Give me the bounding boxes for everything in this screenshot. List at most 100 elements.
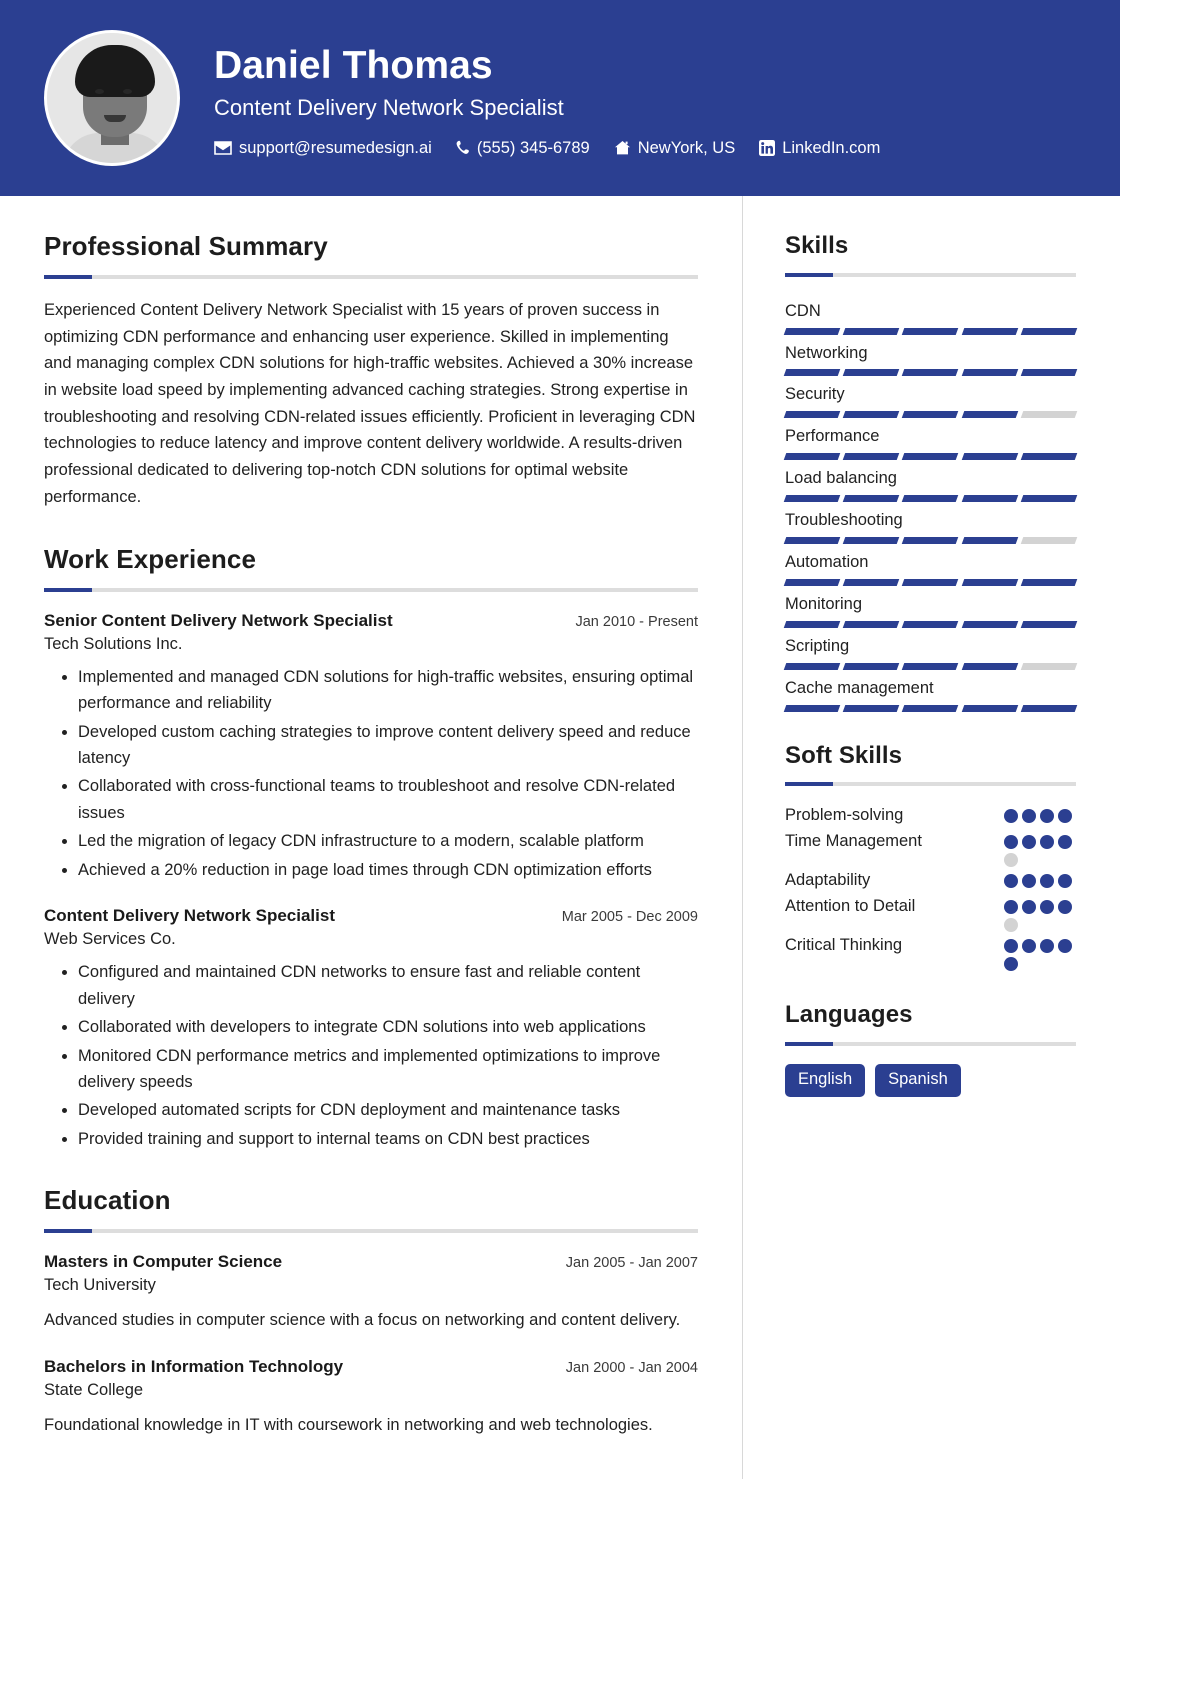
soft-skill-label: Critical Thinking bbox=[785, 936, 903, 955]
section-heading-languages: Languages bbox=[785, 1001, 913, 1029]
skill-label: Load balancing bbox=[785, 469, 897, 488]
skill-level-bar bbox=[783, 453, 1078, 461]
skill-level-segment bbox=[902, 495, 959, 503]
skill-level-segment bbox=[842, 411, 900, 419]
section-heading-experience: Work Experience bbox=[44, 543, 257, 574]
job-title: Content Delivery Network Specialist bbox=[214, 95, 564, 121]
experience-role: Senior Content Delivery Network Speciali… bbox=[44, 610, 393, 630]
section-divider bbox=[785, 782, 1076, 787]
skill-level-segment bbox=[842, 453, 900, 461]
skill-level-segment bbox=[902, 579, 959, 587]
section-divider bbox=[785, 272, 1076, 277]
skill-level-segment bbox=[902, 537, 959, 545]
contact-location[interactable]: NewYork, US bbox=[614, 140, 735, 157]
contact-linkedin-text: LinkedIn.com bbox=[782, 138, 881, 157]
list-item: Monitored CDN performance metrics and im… bbox=[78, 1043, 698, 1096]
section-heading-skills: Skills bbox=[785, 232, 849, 259]
section-professional-summary: Professional Summary Experienced Content… bbox=[44, 231, 698, 511]
skill-label: Performance bbox=[785, 427, 880, 446]
skill-level-segment bbox=[961, 620, 1019, 628]
experience-role: Content Delivery Network Specialist bbox=[44, 906, 335, 926]
education-entry: Bachelors in Information Technology Jan … bbox=[44, 1356, 698, 1439]
rating-dot bbox=[1004, 900, 1018, 915]
skills-list: CDN Networking Security Performance Load bal… bbox=[783, 295, 1078, 712]
skill-level-segment bbox=[783, 579, 841, 587]
skill-level-segment bbox=[842, 620, 900, 628]
rating-dot bbox=[1058, 835, 1072, 850]
soft-skill-rating bbox=[1004, 934, 1076, 972]
skill-level-segment bbox=[1020, 411, 1078, 419]
contact-phone[interactable]: (555) 345-6789 bbox=[456, 140, 590, 157]
education-institution: State College bbox=[44, 1381, 144, 1400]
rating-dot bbox=[1022, 835, 1036, 850]
rating-dot bbox=[1058, 939, 1072, 954]
skill-level-bar bbox=[783, 620, 1078, 628]
skill-level-bar bbox=[783, 537, 1078, 545]
skill-level-segment bbox=[783, 662, 841, 670]
skill-level-segment bbox=[1020, 537, 1078, 545]
skill-level-bar bbox=[783, 369, 1078, 377]
skill-level-segment bbox=[902, 411, 959, 419]
rating-dot bbox=[1058, 874, 1072, 889]
rating-dot bbox=[1004, 939, 1018, 954]
skill-row: Scripting bbox=[783, 630, 1078, 670]
rating-dot bbox=[1004, 874, 1018, 889]
soft-skill-rating bbox=[1004, 804, 1076, 824]
section-soft-skills: Soft Skills Problem-solving Time Manageme… bbox=[785, 742, 1076, 972]
skill-level-segment bbox=[842, 369, 900, 377]
experience-bullets: Implemented and managed CDN solutions fo… bbox=[44, 664, 698, 883]
skill-row: Performance bbox=[783, 420, 1078, 461]
rating-dot bbox=[1058, 900, 1072, 915]
list-item: Achieved a 20% reduction in page load ti… bbox=[78, 857, 698, 883]
experience-date: Mar 2005 - Dec 2009 bbox=[561, 909, 698, 926]
section-divider bbox=[785, 1041, 1076, 1046]
skill-level-segment bbox=[961, 369, 1019, 377]
rating-dot bbox=[1058, 809, 1072, 824]
skill-level-segment bbox=[961, 495, 1019, 503]
rating-dot bbox=[1022, 874, 1036, 889]
skill-level-segment bbox=[961, 411, 1019, 419]
rating-dot bbox=[1040, 900, 1054, 915]
list-item: Developed automated scripts for CDN depl… bbox=[78, 1097, 698, 1123]
contact-linkedin[interactable]: LinkedIn.com bbox=[759, 140, 880, 157]
experience-entry: Content Delivery Network Specialist Mar … bbox=[44, 905, 698, 1152]
contact-email[interactable]: support@resumedesign.ai bbox=[214, 140, 432, 157]
skill-level-segment bbox=[842, 579, 900, 587]
languages-list: English Spanish bbox=[785, 1063, 1076, 1097]
experience-date: Jan 2010 - Present bbox=[575, 613, 698, 630]
skill-level-segment bbox=[902, 327, 959, 335]
experience-entry-head: Content Delivery Network Specialist Mar … bbox=[44, 905, 698, 927]
skill-level-segment bbox=[783, 327, 841, 335]
soft-skill-rating bbox=[1004, 869, 1076, 889]
summary-text: Experienced Content Delivery Network Spe… bbox=[44, 300, 696, 506]
skill-row: Security bbox=[783, 378, 1078, 419]
rating-dot bbox=[1022, 900, 1036, 915]
contact-email-text: support@resumedesign.ai bbox=[239, 138, 432, 157]
skill-row: Networking bbox=[783, 337, 1078, 377]
soft-skill-label: Problem-solving bbox=[785, 806, 904, 825]
skill-level-segment bbox=[1020, 495, 1078, 503]
experience-org: Web Services Co. bbox=[44, 930, 176, 949]
skill-level-segment bbox=[1020, 327, 1078, 335]
soft-skill-row: Problem-solving bbox=[785, 804, 1076, 828]
envelope-icon bbox=[214, 141, 232, 155]
skill-level-segment bbox=[902, 453, 959, 461]
section-divider bbox=[44, 587, 698, 592]
skill-level-segment bbox=[842, 704, 900, 712]
skill-row: Automation bbox=[783, 546, 1078, 587]
education-degree: Masters in Computer Science bbox=[44, 1252, 283, 1271]
education-degree: Bachelors in Information Technology bbox=[44, 1357, 344, 1377]
soft-skill-row: Critical Thinking bbox=[785, 934, 1076, 972]
skill-level-segment bbox=[902, 662, 959, 670]
skill-level-segment bbox=[961, 662, 1019, 670]
skill-label: Cache management bbox=[785, 678, 934, 697]
skill-level-segment bbox=[783, 411, 841, 419]
skill-level-segment bbox=[1020, 579, 1078, 587]
skill-level-segment bbox=[783, 453, 841, 461]
soft-skill-row: Adaptability bbox=[785, 869, 1076, 893]
avatar bbox=[44, 30, 180, 166]
sidebar-column: Skills CDN Networking Security Performance L… bbox=[742, 196, 1120, 1480]
education-date: Jan 2000 - Jan 2004 bbox=[565, 1360, 698, 1377]
experience-bullets: Configured and maintained CDN networks t… bbox=[44, 959, 698, 1152]
skill-level-segment bbox=[902, 369, 959, 377]
